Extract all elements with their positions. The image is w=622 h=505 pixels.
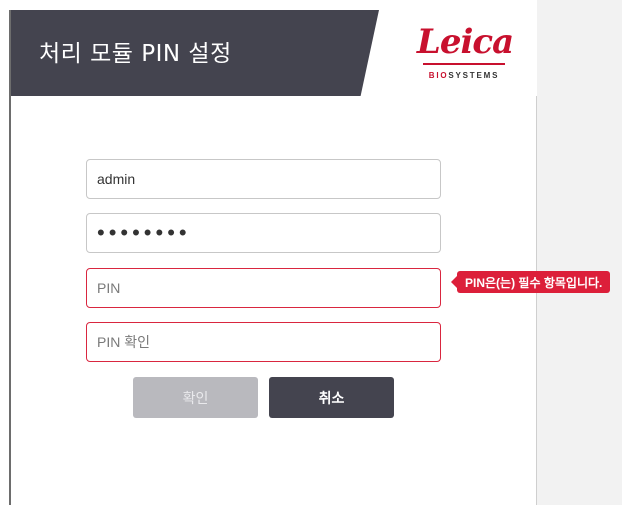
pin-confirm-field[interactable]: PIN 확인: [86, 322, 441, 362]
ok-button[interactable]: 확인: [133, 377, 258, 418]
logo-underline: [423, 63, 505, 65]
background-panel: [537, 0, 622, 505]
pin-field[interactable]: PIN: [86, 268, 441, 308]
logo-subtitle: BIOSYSTEMS: [411, 71, 517, 80]
username-field[interactable]: admin: [86, 159, 441, 199]
cancel-button[interactable]: 취소: [269, 377, 394, 418]
pin-placeholder: PIN: [97, 280, 121, 296]
logo-subtitle-rest: SYSTEMS: [448, 71, 500, 80]
leica-logo: Leica BIOSYSTEMS: [411, 20, 523, 86]
pin-setup-dialog: 처리 모듈 PIN 설정 Leica BIOSYSTEMS: [11, 10, 537, 505]
pin-error-tooltip: PIN은(는) 필수 항목입니다.: [450, 271, 611, 293]
background-strip: [0, 0, 9, 505]
password-value: ••••••••: [97, 220, 191, 245]
pin-confirm-placeholder: PIN 확인: [97, 334, 150, 350]
logo-wordmark: Leica: [416, 22, 514, 62]
username-value: admin: [97, 171, 136, 187]
dialog-header: 처리 모듈 PIN 설정 Leica BIOSYSTEMS: [11, 10, 537, 96]
logo-subtitle-prefix: BIO: [428, 71, 449, 80]
password-field[interactable]: ••••••••: [86, 213, 441, 253]
dialog-title: 처리 모듈 PIN 설정: [39, 41, 232, 67]
